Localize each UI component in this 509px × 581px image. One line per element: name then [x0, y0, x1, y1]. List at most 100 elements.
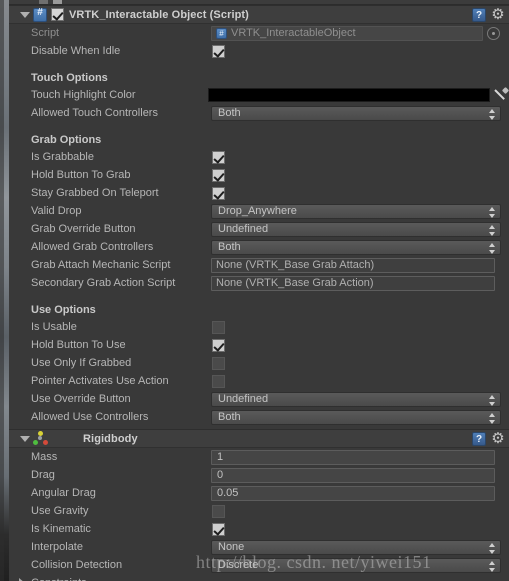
row-hold-button-to-use: Hold Button To Use [9, 336, 509, 354]
help-book-icon[interactable] [472, 432, 486, 446]
dropdown-valid-drop[interactable]: Drop_Anywhere [211, 203, 501, 219]
row-is-usable: Is Usable [9, 318, 509, 336]
component-enabled-checkbox[interactable] [51, 8, 64, 21]
dropdown-grab-override-button[interactable]: Undefined [211, 221, 501, 237]
dropdown-value: Discrete [218, 559, 259, 571]
script-file-icon [216, 27, 227, 39]
checkbox-disable-when-idle[interactable] [212, 44, 225, 58]
field-is-kinematic [211, 520, 509, 538]
chevron-updown-icon [489, 560, 496, 572]
field-grab-override-button: Undefined [211, 220, 509, 238]
field-disable-when-idle [211, 42, 509, 60]
script-object-picker-icon[interactable] [487, 26, 500, 40]
field-use-gravity [211, 502, 509, 520]
dropdown-value: Undefined [218, 223, 269, 235]
dropdown-use-override-button[interactable]: Undefined [211, 391, 501, 407]
number-value: 0.05 [217, 487, 239, 499]
eyedropper-icon[interactable] [493, 87, 509, 103]
dropdown-allowed-touch-controllers[interactable]: Both [211, 105, 501, 121]
color-swatch-touch-highlight[interactable] [208, 88, 490, 102]
scene-view-edge-shadow [0, 0, 4, 581]
row-hold-button-to-grab: Hold Button To Grab [9, 166, 509, 184]
checkbox-is-grabbable[interactable] [212, 150, 225, 164]
field-mass: 1 [211, 448, 509, 466]
help-book-icon[interactable] [472, 8, 486, 22]
number-value: 1 [217, 451, 224, 463]
objectfield-grab-attach-mechanic-script[interactable]: None (VRTK_Base Grab Attach) [211, 257, 495, 273]
number-input-drag[interactable]: 0 [211, 467, 495, 483]
checkbox-hold-button-to-use[interactable] [212, 338, 225, 352]
component-header-rigidbody[interactable]: Rigidbody [9, 429, 509, 448]
checkbox-is-usable[interactable] [212, 320, 225, 334]
label-secondary-grab-action-script: Secondary Grab Action Script [31, 277, 176, 289]
dropdown-interpolate[interactable]: None [211, 539, 501, 555]
row-is-grabbable: Is Grabbable [9, 148, 509, 166]
script-object-value: VRTK_InteractableObject [231, 27, 356, 39]
field-allowed-grab-controllers: Both [211, 238, 509, 256]
row-use-gravity: Use Gravity [9, 502, 509, 520]
objectfield-secondary-grab-action-script[interactable]: None (VRTK_Base Grab Action) [211, 275, 495, 291]
row-constraints[interactable]: Constraints [9, 574, 509, 581]
label-use-override-button: Use Override Button [31, 393, 131, 405]
inspector-window: VRTK_Interactable Object (Script) Script… [0, 0, 509, 581]
label-allowed-touch-controllers: Allowed Touch Controllers [31, 107, 158, 119]
number-input-angular-drag[interactable]: 0.05 [211, 485, 495, 501]
dropdown-value: Both [218, 107, 241, 119]
dropdown-value: Drop_Anywhere [218, 205, 297, 217]
field-constraints [211, 574, 509, 581]
row-allowed-grab-controllers: Allowed Grab Controllers Both [9, 238, 509, 256]
foldout-arrow-rigidbody[interactable] [17, 435, 33, 442]
number-value: 0 [217, 469, 224, 481]
row-use-override-button: Use Override Button Undefined [9, 390, 509, 408]
label-allowed-use-controllers: Allowed Use Controllers [31, 411, 149, 423]
label-mass: Mass [31, 451, 58, 463]
gear-icon[interactable] [491, 8, 505, 22]
field-use-only-if-grabbed [211, 354, 509, 372]
dropdown-allowed-grab-controllers[interactable]: Both [211, 239, 501, 255]
row-touch-highlight-color: Touch Highlight Color [9, 86, 509, 104]
checkbox-is-kinematic[interactable] [212, 522, 225, 536]
field-allowed-touch-controllers: Both [211, 104, 509, 122]
checkbox-stay-grabbed-on-teleport[interactable] [212, 186, 225, 200]
gear-icon[interactable] [491, 432, 505, 446]
field-is-usable [211, 318, 509, 336]
row-grab-attach-mechanic-script: Grab Attach Mechanic Script None (VRTK_B… [9, 256, 509, 274]
rigidbody-axis-icon [33, 430, 49, 447]
row-stay-grabbed-on-teleport: Stay Grabbed On Teleport [9, 184, 509, 202]
component-title-rigidbody: Rigidbody [83, 432, 138, 445]
label-constraints: Constraints [31, 577, 87, 581]
checkbox-pointer-activates-use-action[interactable] [212, 374, 225, 388]
field-angular-drag: 0.05 [211, 484, 509, 502]
chevron-updown-icon [489, 542, 496, 554]
label-interpolate: Interpolate [31, 541, 83, 553]
field-allowed-use-controllers: Both [211, 408, 509, 426]
number-input-mass[interactable]: 1 [211, 449, 495, 465]
checkbox-hold-button-to-grab[interactable] [212, 168, 225, 182]
row-grab-override-button: Grab Override Button Undefined [9, 220, 509, 238]
label-drag: Drag [31, 469, 55, 481]
component-rigidbody: Rigidbody Mass 1 Drag 0 [9, 429, 509, 581]
foldout-arrow-vrtk[interactable] [17, 11, 33, 18]
label-disable-when-idle: Disable When Idle [31, 45, 121, 57]
label-is-kinematic: Is Kinematic [31, 523, 91, 535]
script-badge-icon [33, 7, 47, 22]
script-object-field[interactable]: VRTK_InteractableObject [211, 25, 483, 41]
field-valid-drop: Drop_Anywhere [211, 202, 509, 220]
component-header-vrtk[interactable]: VRTK_Interactable Object (Script) [9, 5, 509, 24]
checkbox-use-only-if-grabbed[interactable] [212, 356, 225, 370]
field-interpolate: None [211, 538, 509, 556]
field-script: VRTK_InteractableObject [211, 24, 509, 42]
field-collision-detection: Discrete [211, 556, 509, 574]
label-hold-button-to-use: Hold Button To Use [31, 339, 126, 351]
checkbox-use-gravity[interactable] [212, 504, 225, 518]
component-header-actions [472, 432, 505, 446]
label-is-grabbable: Is Grabbable [31, 151, 94, 163]
label-grab-attach-mechanic-script: Grab Attach Mechanic Script [31, 259, 171, 271]
dropdown-collision-detection[interactable]: Discrete [211, 557, 501, 573]
dropdown-allowed-use-controllers[interactable]: Both [211, 409, 501, 425]
row-angular-drag: Angular Drag 0.05 [9, 484, 509, 502]
section-use-options: Use Options [31, 304, 96, 316]
field-stay-grabbed-on-teleport [211, 184, 509, 202]
row-use-only-if-grabbed: Use Only If Grabbed [9, 354, 509, 372]
component-title-vrtk: VRTK_Interactable Object (Script) [69, 8, 249, 21]
